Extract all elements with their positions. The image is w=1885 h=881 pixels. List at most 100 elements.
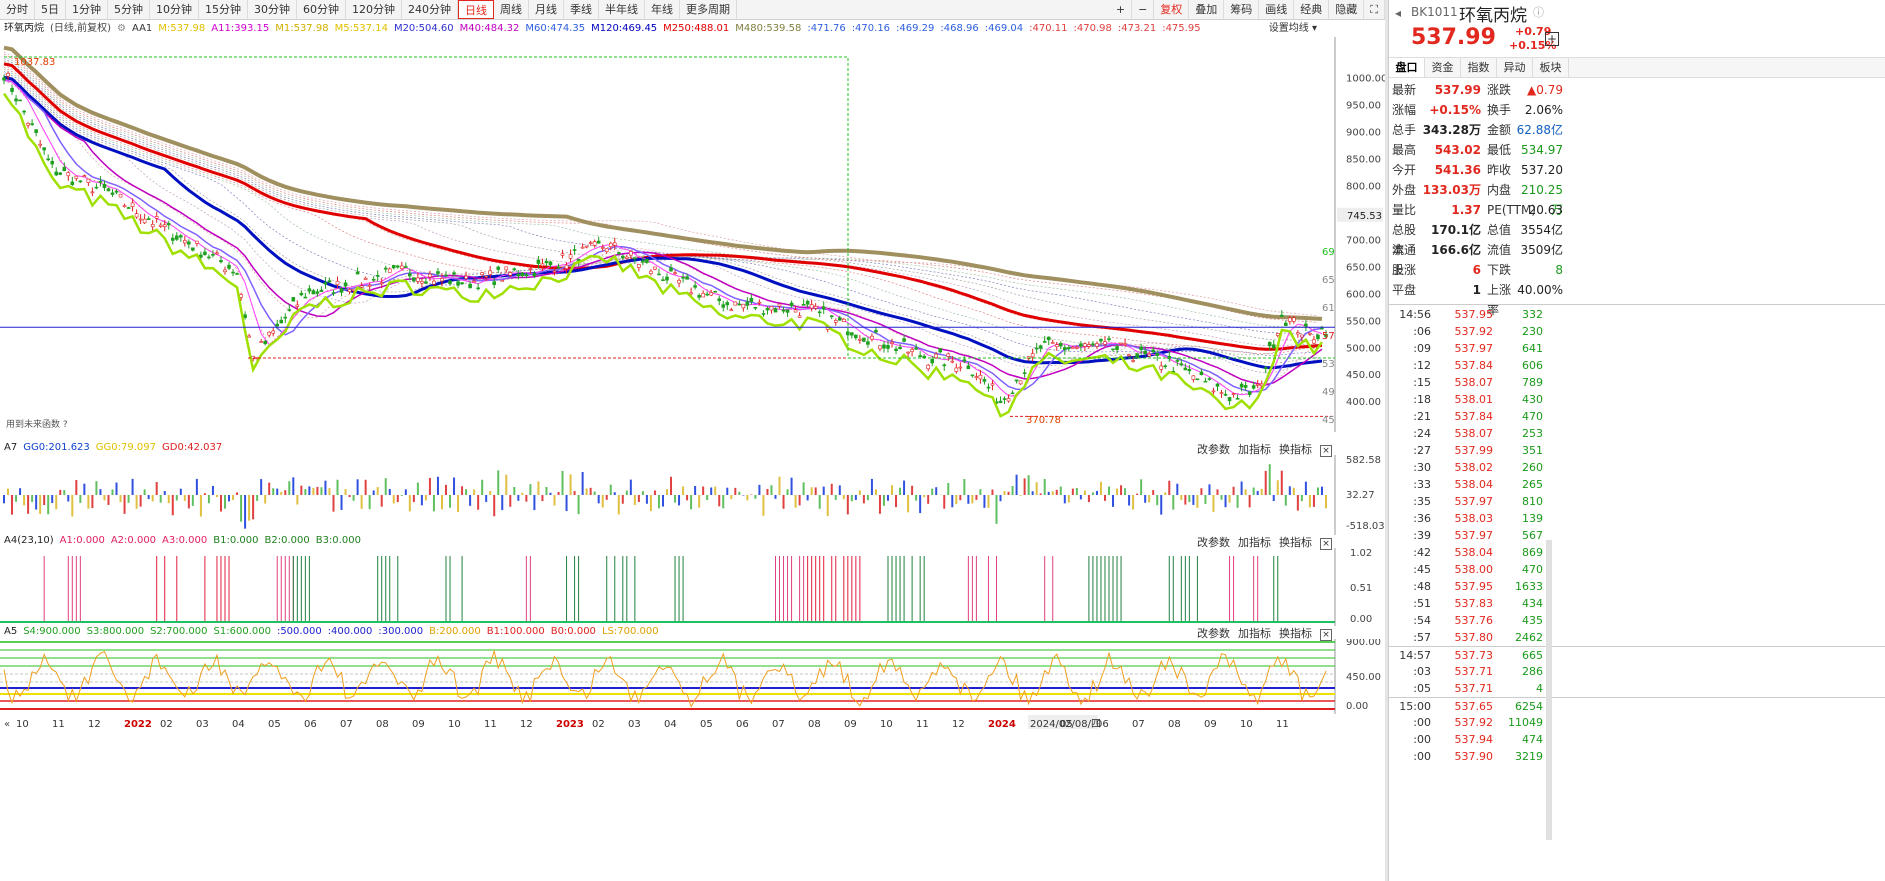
candle-body [886,345,890,349]
candle-body [1079,343,1083,347]
tool-button-2[interactable]: 复权 [1154,0,1190,19]
quote-tab-2[interactable]: 指数 [1461,58,1497,77]
period-tab-3[interactable]: 5分钟 [108,0,150,19]
candle-body [649,270,653,274]
a7-bar [1083,490,1086,495]
add-watch-icon[interactable]: + [1545,32,1559,46]
period-tab-11[interactable]: 周线 [494,0,529,19]
candle-body [34,129,38,133]
candle-body [588,242,593,244]
candle-body [166,223,171,226]
period-tab-12[interactable]: 月线 [529,0,564,19]
candle-body [287,309,292,311]
a7-bar [248,495,251,521]
tool-button-6[interactable]: 经典 [1294,0,1330,19]
quote-tab-4[interactable]: 板块 [1533,58,1569,77]
a7-bar [1172,495,1175,510]
a7-bar [1087,495,1090,503]
tool-button-1[interactable]: − [1132,0,1155,19]
candle-body [1263,367,1268,369]
a4-indicator-chart[interactable]: 1.02 0.51 0.00 [0,548,1385,626]
quote-tab-1[interactable]: 资金 [1425,58,1461,77]
tool-button-3[interactable]: 叠加 [1189,0,1225,19]
a7-bar [27,495,30,514]
candle-body [1300,334,1304,338]
a7-bar [830,483,833,495]
tool-button-4[interactable]: 筹码 [1224,0,1260,19]
a7-bar [971,495,974,504]
period-tab-1[interactable]: 5日 [35,0,66,19]
candle-body [1187,369,1192,372]
kline-main-chart[interactable]: 1000.00950.00900.00850.00800.00750.00700… [0,37,1385,432]
period-tab-9[interactable]: 240分钟 [402,0,458,19]
tick-price: 537.71 [1454,682,1494,695]
candle-body [30,123,34,125]
quote-tab-3[interactable]: 异动 [1497,58,1533,77]
a7-bar [1003,491,1006,495]
tick-row: :21 537.84 470 [1389,408,1885,425]
period-tab-2[interactable]: 1分钟 [66,0,108,19]
period-tab-8[interactable]: 120分钟 [346,0,402,19]
a7-bar [175,495,178,501]
period-tab-4[interactable]: 10分钟 [150,0,199,19]
candle-body [954,367,959,372]
a7-bar [581,472,584,495]
a7-bar [1103,495,1106,501]
a7-bar [931,488,934,495]
candle-body [769,306,774,311]
a7-bar [943,495,946,509]
candle-body [580,246,585,249]
price-axis-label: 950.00 [1346,100,1381,111]
candle-body [854,334,858,339]
tool-button-0[interactable]: + [1110,0,1133,19]
candle-body [383,267,388,270]
a7-indicator-chart[interactable]: 582.58 32.27 -518.03 [0,455,1385,535]
period-tab-0[interactable]: 分时 [0,0,35,19]
scroll-left-icon[interactable]: « [4,719,10,730]
tool-button-5[interactable]: 画线 [1259,0,1295,19]
period-tab-14[interactable]: 半年线 [599,0,645,19]
period-tab-10[interactable]: 日线 [458,0,494,19]
candle-body [637,264,641,268]
back-arrow-icon[interactable]: ◂ [1395,6,1401,20]
level-mark: 69 [1322,247,1335,258]
period-tab-6[interactable]: 30分钟 [248,0,297,19]
a7-bar [842,495,845,500]
a7-bar [1232,486,1235,495]
candle-body [858,338,862,341]
a5-indicator-chart[interactable]: 900.00 450.00 0.00 [0,639,1385,714]
candle-body [1087,344,1091,347]
period-tab-16[interactable]: 更多周期 [680,0,737,19]
candle-body [279,319,284,324]
period-tab-13[interactable]: 季线 [564,0,599,19]
fullscreen-icon[interactable]: ⛶ [1364,0,1385,19]
tick-price: 537.80 [1454,631,1494,644]
ma-settings-button[interactable]: 设置均线 ▾ [1269,20,1317,37]
candle-body [600,247,605,249]
tool-button-7[interactable]: 隐藏 [1329,0,1365,19]
info-icon[interactable]: ⓘ [1533,4,1544,20]
a7-bar [304,489,307,495]
quote-tab-0[interactable]: 盘口 [1389,58,1425,77]
a7-bar [356,479,359,495]
tick-scrollbar[interactable] [1546,540,1552,840]
candle-body [801,304,806,306]
period-tab-15[interactable]: 年线 [645,0,680,19]
candle-body [440,278,444,282]
a7-bar [862,495,865,504]
candle-body [395,265,400,268]
period-tab-7[interactable]: 60分钟 [297,0,346,19]
help-icon[interactable]: ? [63,420,68,430]
time-axis-label: 03 [196,719,209,730]
gear-icon[interactable]: ⚙ [117,23,126,34]
a7-bar [1320,486,1323,495]
candle-body [1275,333,1280,336]
candle-body [371,278,376,281]
tick-row: 14:56 537.95 332 [1389,306,1885,323]
tick-volume: 11049 [1508,716,1543,729]
candle-body [729,309,734,312]
a7-bar [1296,495,1299,511]
time-axis-label: 2024 [988,719,1016,730]
a7-bar [63,489,66,495]
period-tab-5[interactable]: 15分钟 [199,0,248,19]
